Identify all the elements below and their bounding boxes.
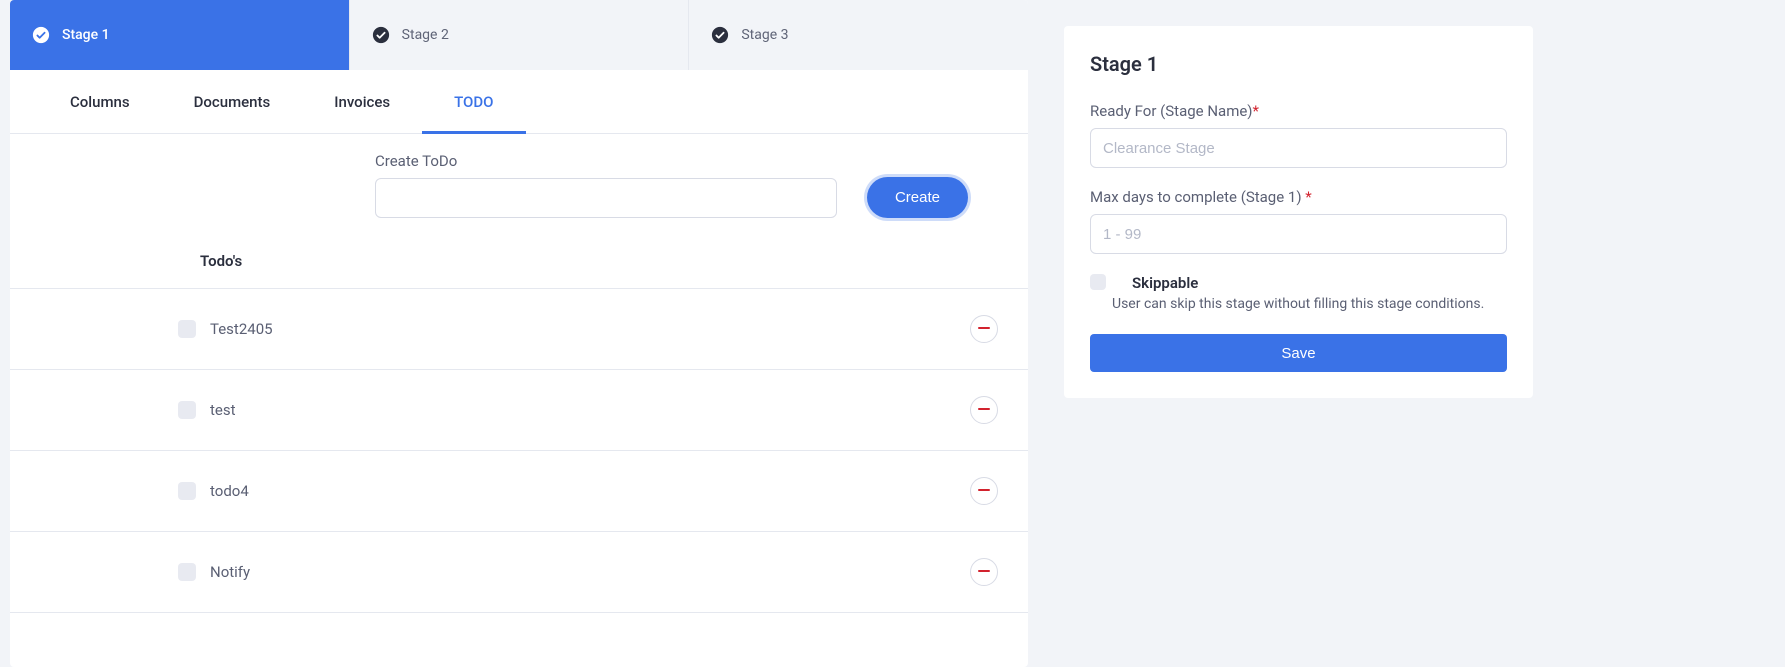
ready-for-input[interactable] <box>1090 128 1507 168</box>
todo-row: todo4 <box>10 451 1028 532</box>
remove-button[interactable] <box>970 477 998 505</box>
todo-checkbox[interactable] <box>178 482 196 500</box>
tab-todo[interactable]: TODO <box>422 71 525 134</box>
create-todo-section: Create ToDo Create <box>10 134 1028 244</box>
minus-icon <box>978 403 990 418</box>
skippable-checkbox[interactable] <box>1090 274 1106 290</box>
create-button[interactable]: Create <box>867 177 968 218</box>
minus-icon <box>978 484 990 499</box>
skippable-label: Skippable <box>1132 274 1198 292</box>
tab-invoices[interactable]: Invoices <box>302 71 422 134</box>
panel-title: Stage 1 <box>1090 52 1507 76</box>
save-button[interactable]: Save <box>1090 334 1507 372</box>
create-todo-label: Create ToDo <box>375 152 837 170</box>
max-days-input[interactable] <box>1090 214 1507 254</box>
ready-for-label: Ready For (Stage Name)* <box>1090 102 1507 120</box>
todo-label: todo4 <box>210 482 970 500</box>
stage-tab-3[interactable]: Stage 3 <box>689 0 1028 70</box>
stage-tab-label: Stage 1 <box>62 27 110 43</box>
check-circle-icon <box>711 26 729 44</box>
todo-label: Test2405 <box>210 320 970 338</box>
create-todo-input[interactable] <box>375 178 837 218</box>
todo-row: Test2405 <box>10 289 1028 370</box>
minus-icon <box>978 322 990 337</box>
todo-label: test <box>210 401 970 419</box>
tab-columns[interactable]: Columns <box>38 71 162 134</box>
remove-button[interactable] <box>970 396 998 424</box>
todo-checkbox[interactable] <box>178 320 196 338</box>
todo-row: Notify <box>10 532 1028 613</box>
todos-header: Todo's <box>10 244 1028 289</box>
remove-button[interactable] <box>970 315 998 343</box>
tab-documents[interactable]: Documents <box>162 71 303 134</box>
sub-tabs: Columns Documents Invoices TODO <box>10 70 1028 134</box>
todo-checkbox[interactable] <box>178 563 196 581</box>
stage-tab-label: Stage 2 <box>402 27 449 43</box>
todo-label: Notify <box>210 563 970 581</box>
check-circle-icon <box>32 26 50 44</box>
stage-tab-label: Stage 3 <box>741 27 788 43</box>
minus-icon <box>978 565 990 580</box>
max-days-label: Max days to complete (Stage 1) * <box>1090 188 1507 206</box>
required-asterisk: * <box>1305 188 1311 206</box>
stage-tab-1[interactable]: Stage 1 <box>10 0 350 70</box>
stage-tab-2[interactable]: Stage 2 <box>350 0 690 70</box>
side-panel: Stage 1 Ready For (Stage Name)* Max days… <box>1064 26 1533 398</box>
main-panel: Stage 1 Stage 2 Stage 3 Columns Document… <box>10 0 1028 667</box>
skippable-description: User can skip this stage without filling… <box>1112 296 1507 312</box>
todo-checkbox[interactable] <box>178 401 196 419</box>
required-asterisk: * <box>1253 102 1259 120</box>
remove-button[interactable] <box>970 558 998 586</box>
check-circle-icon <box>372 26 390 44</box>
todo-row: test <box>10 370 1028 451</box>
stage-tabs: Stage 1 Stage 2 Stage 3 <box>10 0 1028 70</box>
